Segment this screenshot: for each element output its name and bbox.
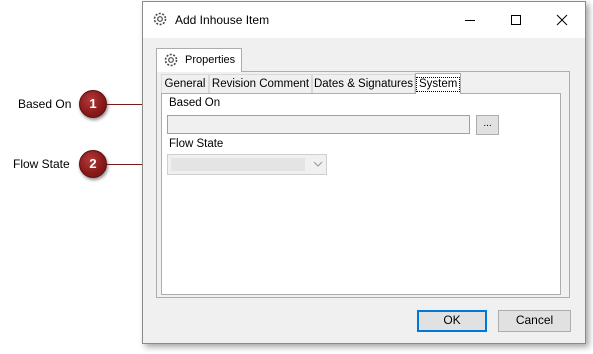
close-icon <box>556 14 568 26</box>
tab-revision-comment-label: Revision Comment <box>211 78 310 90</box>
title-bar[interactable]: Add Inhouse Item <box>143 2 585 38</box>
tab-properties-label: Properties <box>185 54 236 66</box>
gear-icon <box>153 12 167 26</box>
minimize-icon <box>465 20 475 21</box>
flow-state-selected-value <box>171 158 305 171</box>
callout-badge-1: 1 <box>79 90 107 118</box>
tab-dates-signatures[interactable]: Dates & Signatures <box>312 74 415 93</box>
based-on-label: Based On <box>169 97 221 109</box>
tab-general[interactable]: General <box>161 74 209 93</box>
callout-label-flow-state: Flow State <box>13 157 70 171</box>
cancel-button[interactable]: Cancel <box>498 310 571 332</box>
tab-properties[interactable]: Properties <box>156 48 242 72</box>
based-on-field[interactable] <box>167 115 470 134</box>
minimize-button[interactable] <box>447 2 493 38</box>
ok-button[interactable]: OK <box>417 310 487 332</box>
tab-system[interactable]: System <box>415 73 461 94</box>
flow-state-label: Flow State <box>169 138 224 150</box>
tab-dates-signatures-label: Dates & Signatures <box>313 78 414 90</box>
tab-general-label: General <box>164 78 206 90</box>
window-title: Add Inhouse Item <box>175 13 270 27</box>
chevron-down-icon <box>313 161 323 167</box>
callout-badge-2: 2 <box>79 150 107 178</box>
flow-state-dropdown[interactable] <box>167 154 327 175</box>
browse-button[interactable]: ... <box>476 115 499 135</box>
maximize-icon <box>511 15 521 25</box>
close-button[interactable] <box>539 2 585 38</box>
dialog-window: Add Inhouse Item Properties General Revi… <box>142 1 586 344</box>
tab-system-label: System <box>416 77 461 92</box>
callout-label-based-on: Based On <box>18 97 72 111</box>
maximize-button[interactable] <box>493 2 539 38</box>
tab-revision-comment[interactable]: Revision Comment <box>209 74 312 93</box>
gear-icon <box>164 53 178 67</box>
